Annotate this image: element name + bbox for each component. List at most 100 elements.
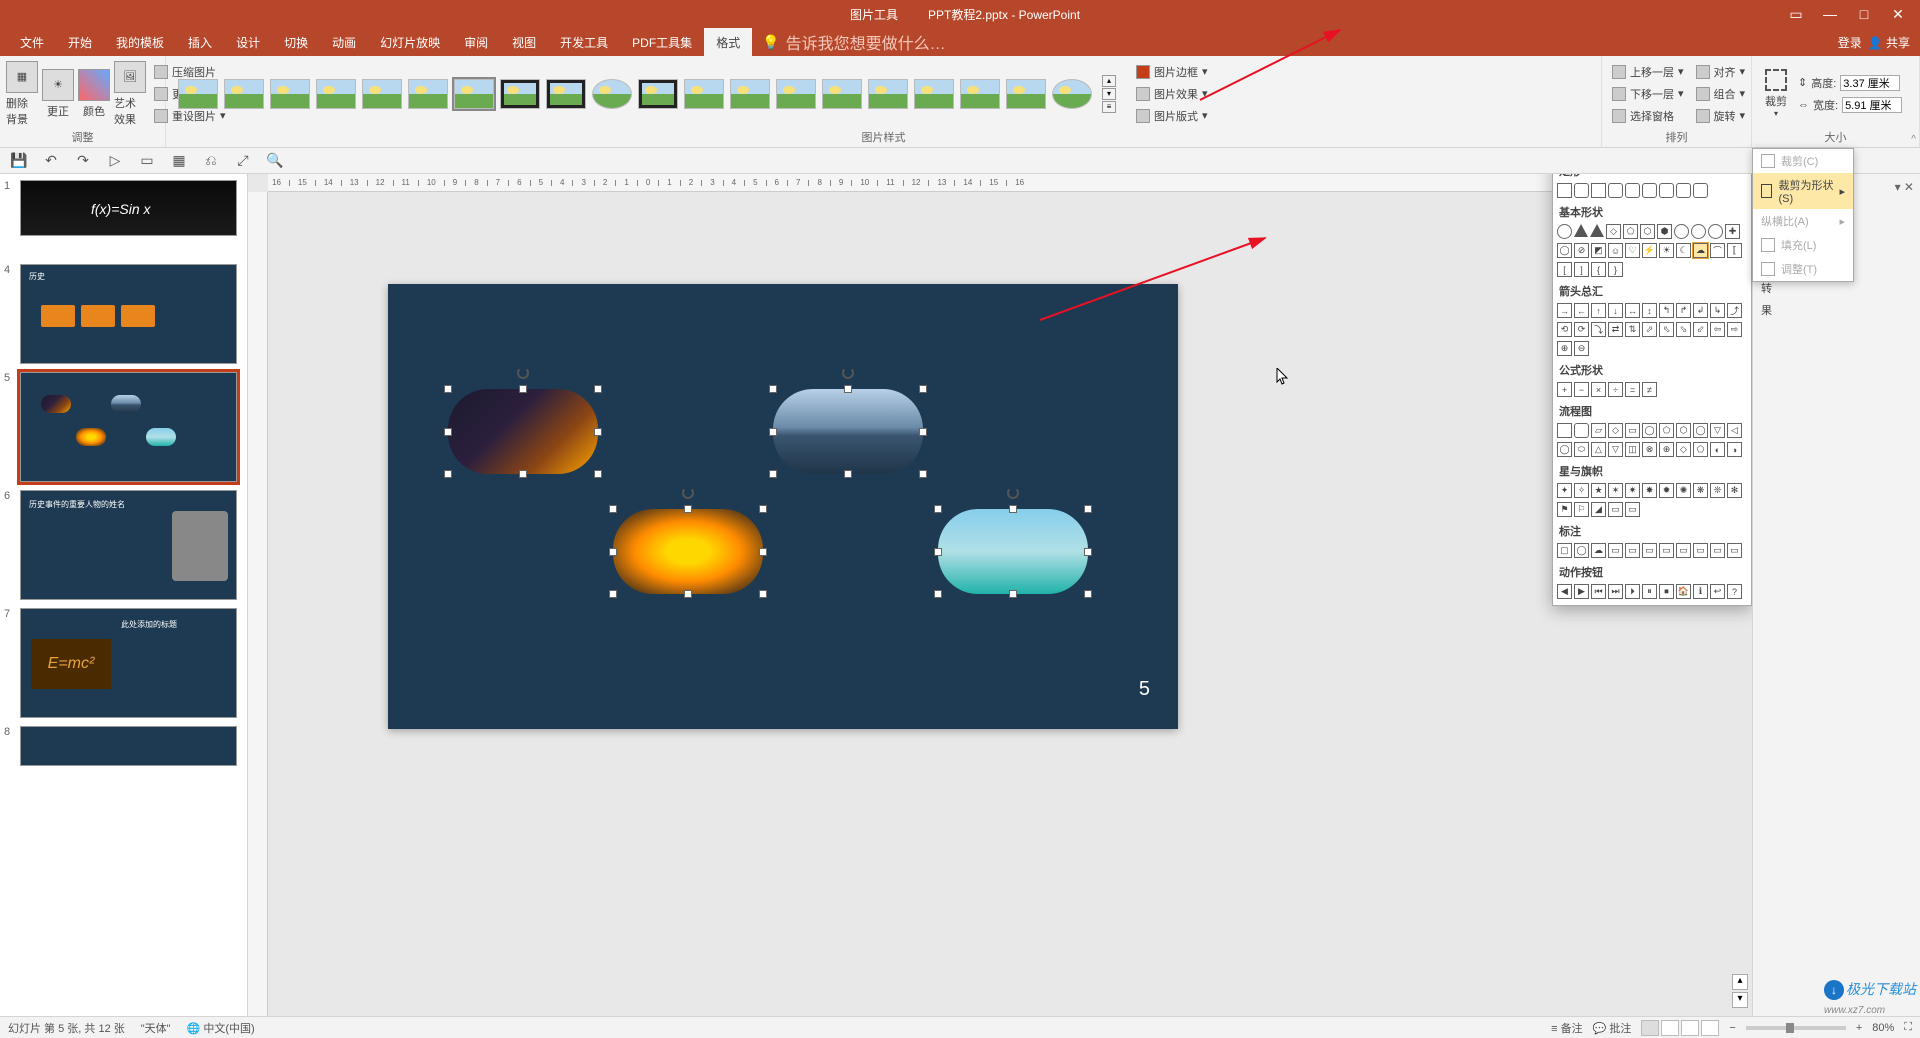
ribbon-options-icon[interactable]: ▭ — [1782, 4, 1810, 24]
start-from-beginning-icon[interactable]: ▷ — [106, 152, 124, 170]
shape-option[interactable]: ⬭ — [1574, 442, 1589, 457]
shape-option[interactable]: 🏠 — [1676, 584, 1691, 599]
shape-option[interactable] — [1691, 224, 1706, 239]
shape-option[interactable]: ◐ — [1710, 442, 1725, 457]
shape-option[interactable]: ▭ — [1676, 543, 1691, 558]
picture-layout-button[interactable]: 图片版式 ▾ — [1132, 106, 1212, 126]
crop-menu-aspect[interactable]: 纵横比(A)▸ — [1753, 209, 1853, 233]
shape-option[interactable]: ⊕ — [1659, 442, 1674, 457]
gallery-scroll-up[interactable]: ▴ — [1102, 75, 1116, 87]
style-thumb[interactable] — [776, 79, 816, 109]
shape-option[interactable]: ⏸ — [1642, 584, 1657, 599]
tab-animation[interactable]: 动画 — [320, 28, 368, 56]
shape-option[interactable]: + — [1557, 382, 1572, 397]
tab-file[interactable]: 文件 — [8, 28, 56, 56]
tab-templates[interactable]: 我的模板 — [104, 28, 176, 56]
picture-border-button[interactable]: 图片边框 ▾ — [1132, 62, 1212, 82]
remove-background-button[interactable]: ▦删除背景 — [6, 61, 38, 127]
shape-option[interactable]: = — [1625, 382, 1640, 397]
shape-option[interactable]: { — [1591, 262, 1606, 277]
pane-pin-icon[interactable]: ▾ ✕ — [1895, 180, 1914, 194]
tab-insert[interactable]: 插入 — [176, 28, 224, 56]
shape-option[interactable]: ⚐ — [1574, 502, 1589, 517]
shape-option[interactable]: ▭ — [1608, 543, 1623, 558]
style-thumb[interactable] — [178, 79, 218, 109]
shape-option[interactable]: ◁ — [1727, 423, 1742, 438]
shape-option[interactable]: ↩ — [1710, 584, 1725, 599]
picture-object[interactable] — [938, 509, 1088, 594]
shape-option[interactable]: ⬁ — [1659, 322, 1674, 337]
shape-option[interactable]: ↲ — [1693, 303, 1708, 318]
shape-option[interactable]: ✸ — [1642, 483, 1657, 498]
shape-option[interactable]: ◯ — [1574, 543, 1589, 558]
shape-option[interactable]: ℹ — [1693, 584, 1708, 599]
shape-option[interactable]: ⇄ — [1608, 322, 1623, 337]
style-thumb[interactable] — [316, 79, 356, 109]
width-input[interactable] — [1842, 97, 1902, 113]
rotate-handle-icon[interactable] — [1007, 487, 1019, 499]
rotate-handle-icon[interactable] — [682, 487, 694, 499]
slide-thumbnail[interactable]: 6 历史事件的重要人物的姓名 — [4, 490, 237, 600]
shape-option[interactable]: △ — [1591, 442, 1606, 457]
qat-icon[interactable]: ⤢ — [234, 152, 252, 170]
shape-option[interactable]: ▽ — [1608, 442, 1623, 457]
shape-option[interactable]: ◑ — [1727, 442, 1742, 457]
normal-view-icon[interactable] — [1641, 1020, 1659, 1036]
color-button[interactable]: 颜色 — [78, 61, 110, 127]
shape-option[interactable]: ≠ — [1642, 382, 1657, 397]
rotate-button[interactable]: 旋转 ▾ — [1692, 106, 1750, 126]
save-icon[interactable]: 💾 — [10, 152, 28, 170]
send-backward-button[interactable]: 下移一层 ▾ — [1608, 84, 1688, 104]
shape-option[interactable] — [1642, 183, 1657, 198]
shape-option-cloud[interactable]: ☁ — [1693, 243, 1708, 258]
shape-option[interactable]: ▭ — [1625, 543, 1640, 558]
shape-option[interactable]: ⇦ — [1710, 322, 1725, 337]
shape-option[interactable]: ↰ — [1659, 303, 1674, 318]
shape-option[interactable] — [1659, 183, 1674, 198]
shape-option[interactable]: ▭ — [1693, 543, 1708, 558]
shape-option[interactable]: ⬡ — [1640, 224, 1655, 239]
shape-option[interactable]: ▢ — [1557, 543, 1572, 558]
shape-option[interactable]: ▭ — [1659, 543, 1674, 558]
shape-option[interactable]: ⤴ — [1727, 303, 1742, 318]
shape-option[interactable]: ] — [1574, 262, 1589, 277]
current-slide[interactable]: 5 — [388, 284, 1178, 729]
group-button[interactable]: 组合 ▾ — [1692, 84, 1750, 104]
reading-view-icon[interactable] — [1681, 1020, 1699, 1036]
slide-thumbnail[interactable]: 5 — [4, 244, 237, 256]
tab-transition[interactable]: 切换 — [272, 28, 320, 56]
crop-menu-fill[interactable]: 填充(L) — [1753, 233, 1853, 257]
shape-option[interactable]: ◩ — [1591, 243, 1606, 258]
shape-option[interactable]: ⬠ — [1693, 442, 1708, 457]
shape-option[interactable]: ↑ — [1591, 303, 1606, 318]
shape-option[interactable]: ? — [1727, 584, 1742, 599]
shape-option[interactable]: ▶ — [1574, 584, 1589, 599]
shape-option[interactable]: ⬡ — [1676, 423, 1691, 438]
shape-option[interactable]: ▱ — [1591, 423, 1606, 438]
shape-option[interactable]: ⬠ — [1623, 224, 1638, 239]
shape-option[interactable]: ▭ — [1625, 502, 1640, 517]
close-icon[interactable]: ✕ — [1884, 4, 1912, 24]
login-link[interactable]: 登录 — [1838, 34, 1862, 51]
shape-option[interactable] — [1693, 183, 1708, 198]
shape-option[interactable]: ✺ — [1676, 483, 1691, 498]
shape-option[interactable]: ⚡ — [1642, 243, 1657, 258]
style-thumb[interactable] — [868, 79, 908, 109]
shape-option[interactable]: ◀ — [1557, 584, 1572, 599]
style-thumb[interactable] — [684, 79, 724, 109]
shape-option[interactable]: ⏮ — [1591, 584, 1606, 599]
shape-option[interactable]: ❊ — [1710, 483, 1725, 498]
shape-option[interactable] — [1574, 423, 1589, 438]
shape-option[interactable] — [1676, 183, 1691, 198]
qat-icon[interactable]: ⎌ — [202, 152, 220, 170]
notes-button[interactable]: ≡ 备注 — [1551, 1020, 1582, 1036]
shape-option[interactable]: ⇅ — [1625, 322, 1640, 337]
bring-forward-button[interactable]: 上移一层 ▾ — [1608, 62, 1688, 82]
shape-option[interactable]: ⤵ — [1591, 322, 1606, 337]
shape-option[interactable]: ✶ — [1608, 483, 1623, 498]
shape-option[interactable] — [1574, 224, 1588, 237]
style-thumb[interactable] — [1052, 79, 1092, 109]
shape-option[interactable]: ▭ — [1642, 543, 1657, 558]
tab-view[interactable]: 视图 — [500, 28, 548, 56]
shape-option[interactable]: ◇ — [1606, 224, 1621, 239]
